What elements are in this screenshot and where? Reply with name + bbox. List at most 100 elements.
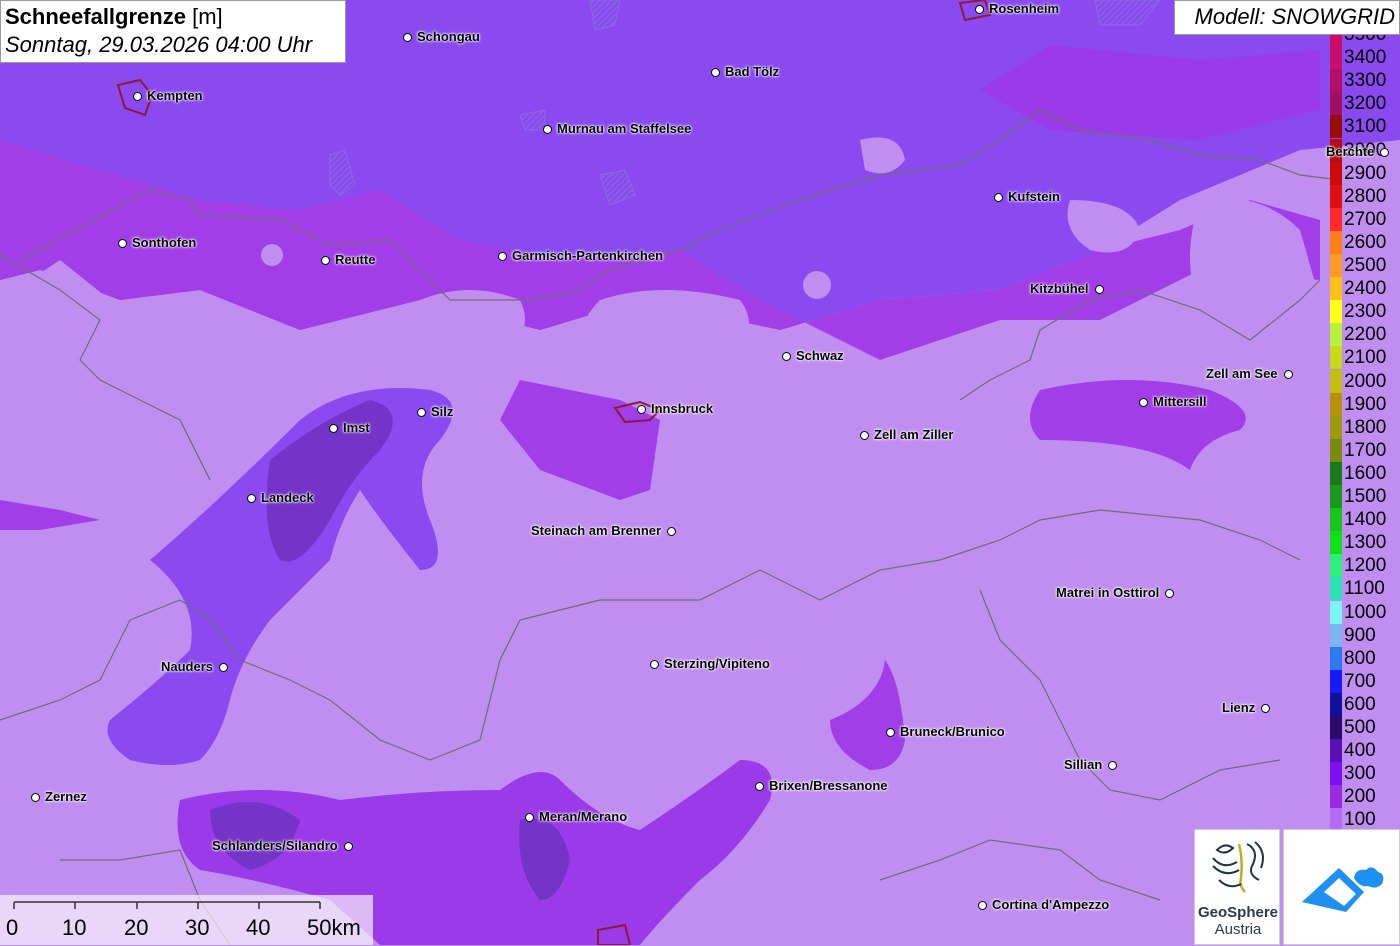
place-marker-icon	[1284, 370, 1293, 379]
place-name: Sterzing/Vipiteno	[664, 656, 770, 671]
legend-label: 300	[1344, 763, 1376, 784]
legend-swatch	[1330, 624, 1342, 647]
legend-label: 2200	[1344, 324, 1387, 345]
legend-swatch	[1330, 647, 1342, 670]
geosphere-logo[interactable]: GeoSphere Austria	[1194, 829, 1280, 945]
legend-swatch	[1330, 601, 1342, 624]
legend-row: 1500	[1328, 485, 1400, 508]
model-label: Modell: SNOWGRID	[1174, 0, 1400, 35]
place-marker-icon	[403, 33, 412, 42]
place-name: Innsbruck	[651, 401, 714, 416]
place-name: Cortina d'Ampezzo	[992, 897, 1110, 912]
legend-label: 800	[1344, 648, 1376, 669]
place-name: Reutte	[335, 252, 376, 267]
place-marker-icon	[247, 494, 256, 503]
place-name: Nauders	[161, 659, 214, 674]
snowfall-line-map[interactable]	[0, 0, 1400, 945]
legend-row: 500	[1328, 716, 1400, 739]
legend-label: 3500	[1344, 35, 1386, 45]
place-marker-icon	[975, 5, 984, 14]
legend-row: 2900	[1328, 162, 1400, 185]
legend-row: 3200	[1328, 92, 1400, 115]
legend-label: 2100	[1344, 347, 1387, 368]
legend-row: 2500	[1328, 254, 1400, 277]
legend-row: 400	[1328, 739, 1400, 762]
place-name: Steinach am Brenner	[531, 523, 662, 538]
place-name: Schlanders/Silandro	[212, 838, 338, 853]
legend-row: 2600	[1328, 231, 1400, 254]
legend-swatch	[1330, 92, 1342, 115]
place-name: Zernez	[45, 789, 87, 804]
legend-row: 2700	[1328, 208, 1400, 231]
legend-label: 900	[1344, 625, 1376, 646]
place-marker-icon	[1108, 761, 1117, 770]
place-name: Kitzbühel	[1030, 281, 1089, 296]
legend-swatch	[1330, 577, 1342, 600]
legend-row: 1100	[1328, 577, 1400, 600]
legend-swatch	[1330, 46, 1342, 69]
legend-swatch	[1330, 346, 1342, 369]
place-marker-icon	[667, 527, 676, 536]
place-marker-icon	[860, 431, 869, 440]
place-name: Bruneck/Brunico	[900, 724, 1005, 739]
legend-swatch	[1330, 277, 1342, 300]
legend-row: 900	[1328, 624, 1400, 647]
legend-swatch	[1330, 393, 1342, 416]
legend-label: 2000	[1344, 371, 1387, 392]
scale-label: 10	[62, 915, 87, 940]
legend-swatch	[1330, 254, 1342, 277]
legend-row: 1900	[1328, 393, 1400, 416]
legend-label: 2700	[1344, 209, 1387, 230]
scale-label: 40	[246, 915, 271, 940]
legend-swatch	[1330, 531, 1342, 554]
legend-row: 700	[1328, 670, 1400, 693]
place-name: Imst	[343, 420, 370, 435]
place-marker-icon	[417, 408, 426, 417]
legend-row: 1200	[1328, 554, 1400, 577]
legend-row: 2100	[1328, 346, 1400, 369]
map-title: Schneefallgrenze [m]	[5, 4, 223, 29]
legend-label: 500	[1344, 717, 1376, 738]
place-marker-icon	[1380, 148, 1389, 157]
place-name: Kufstein	[1008, 189, 1060, 204]
legend-label: 1800	[1344, 417, 1387, 438]
place-marker-icon	[978, 901, 987, 910]
legend-label: 1600	[1344, 463, 1387, 484]
legend-label: 1500	[1344, 486, 1387, 507]
legend-label: 2800	[1344, 186, 1387, 207]
legend-swatch	[1330, 670, 1342, 693]
legend-label: 1200	[1344, 555, 1387, 576]
place-name: Lienz	[1222, 700, 1256, 715]
legend-label: 600	[1344, 694, 1376, 715]
scale-label: 20	[124, 915, 149, 940]
app-logo[interactable]	[1283, 829, 1400, 945]
place-marker-icon	[118, 239, 127, 248]
place-marker-icon	[994, 193, 1003, 202]
legend-row: 1000	[1328, 601, 1400, 624]
place-name: Matrei in Osttirol	[1056, 585, 1160, 600]
place-name: Schongau	[417, 29, 480, 44]
legend-label: 1300	[1344, 532, 1387, 553]
geosphere-logo-sub: Austria	[1214, 921, 1262, 938]
place-marker-icon	[1261, 704, 1270, 713]
legend-row: 3300	[1328, 69, 1400, 92]
place-marker-icon	[1095, 285, 1104, 294]
legend-row: 1400	[1328, 508, 1400, 531]
legend-row: 800	[1328, 647, 1400, 670]
place-marker-icon	[711, 68, 720, 77]
legend-label: 700	[1344, 671, 1376, 692]
geosphere-logo-mark	[1212, 841, 1264, 893]
place-name: Garmisch-Partenkirchen	[512, 248, 664, 263]
legend-row: 3100	[1328, 115, 1400, 138]
place-name: Zell am See	[1206, 366, 1278, 381]
legend-row: 100	[1328, 808, 1400, 831]
legend-swatch	[1330, 323, 1342, 346]
legend-swatch	[1330, 370, 1342, 393]
legend-label: 1700	[1344, 440, 1387, 461]
scale-label: 0	[6, 915, 19, 940]
scale-bar: 0 10 20 30 40 50km	[0, 895, 373, 945]
place-marker-icon	[637, 405, 646, 414]
place-name: Silz	[431, 404, 454, 419]
place-marker-icon	[31, 793, 40, 802]
legend-swatch	[1330, 508, 1342, 531]
